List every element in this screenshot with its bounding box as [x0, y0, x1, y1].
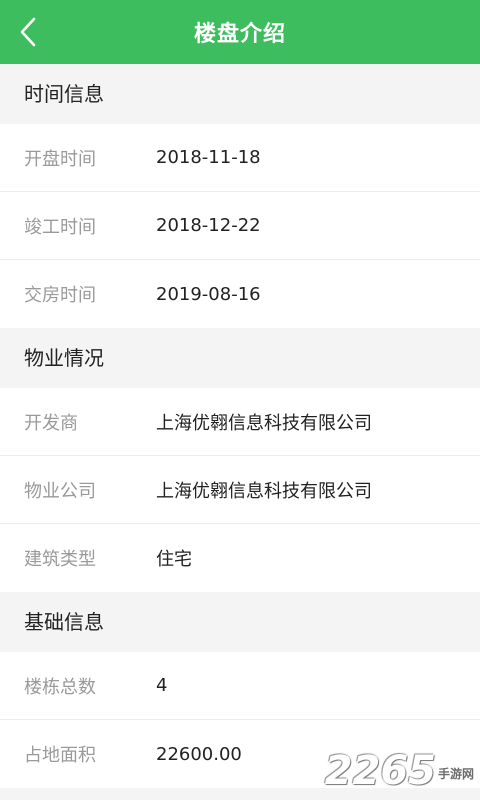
- row-label: 建筑类型: [24, 549, 96, 570]
- section-property: 物业情况 开发商 上海优翱信息科技有限公司 物业公司 上海优翱信息科技有限公司 …: [0, 328, 480, 592]
- page-title: 楼盘介绍: [193, 22, 286, 47]
- row-value: 2018-12-22: [156, 215, 261, 236]
- section-time-info: 时间信息 开盘时间 2018-11-18 竣工时间 2018-12-22 交房时…: [0, 64, 480, 328]
- info-row-building-count: 楼栋总数 4: [0, 652, 480, 720]
- watermark-text: 手游网: [437, 767, 474, 781]
- back-button[interactable]: [6, 8, 50, 56]
- info-row-building-type: 建筑类型 住宅: [0, 524, 480, 592]
- watermark-number: 2265: [324, 748, 436, 794]
- info-row-completion-date: 竣工时间 2018-12-22: [0, 192, 480, 260]
- row-label: 开发商: [24, 412, 78, 434]
- row-value: 2019-08-16: [156, 283, 261, 305]
- section-title: 基础信息: [0, 592, 480, 652]
- app-header: 楼盘介绍: [0, 0, 480, 64]
- info-row-property-company: 物业公司 上海优翱信息科技有限公司: [0, 456, 480, 524]
- row-value: 22600.00: [156, 743, 242, 765]
- row-label: 物业公司: [24, 480, 96, 502]
- chevron-left-icon: [20, 17, 36, 47]
- row-value: 2018-11-18: [156, 147, 261, 168]
- row-label: 竣工时间: [24, 216, 96, 238]
- row-label: 占地面积: [24, 745, 96, 766]
- info-row-developer: 开发商 上海优翱信息科技有限公司: [0, 388, 480, 456]
- row-value: 上海优翱信息科技有限公司: [156, 412, 372, 434]
- row-value: 住宅: [156, 549, 192, 570]
- row-value: 上海优翱信息科技有限公司: [156, 480, 372, 502]
- row-label: 楼栋总数: [24, 676, 96, 698]
- row-label: 交房时间: [24, 285, 96, 306]
- section-title: 物业情况: [0, 328, 480, 388]
- row-label: 开盘时间: [24, 148, 96, 170]
- row-value: 4: [156, 675, 168, 696]
- watermark-logo: 2265 手游网: [325, 746, 474, 792]
- section-title: 时间信息: [0, 64, 480, 124]
- info-row-delivery-date: 交房时间 2019-08-16: [0, 260, 480, 328]
- info-row-opening-date: 开盘时间 2018-11-18: [0, 124, 480, 192]
